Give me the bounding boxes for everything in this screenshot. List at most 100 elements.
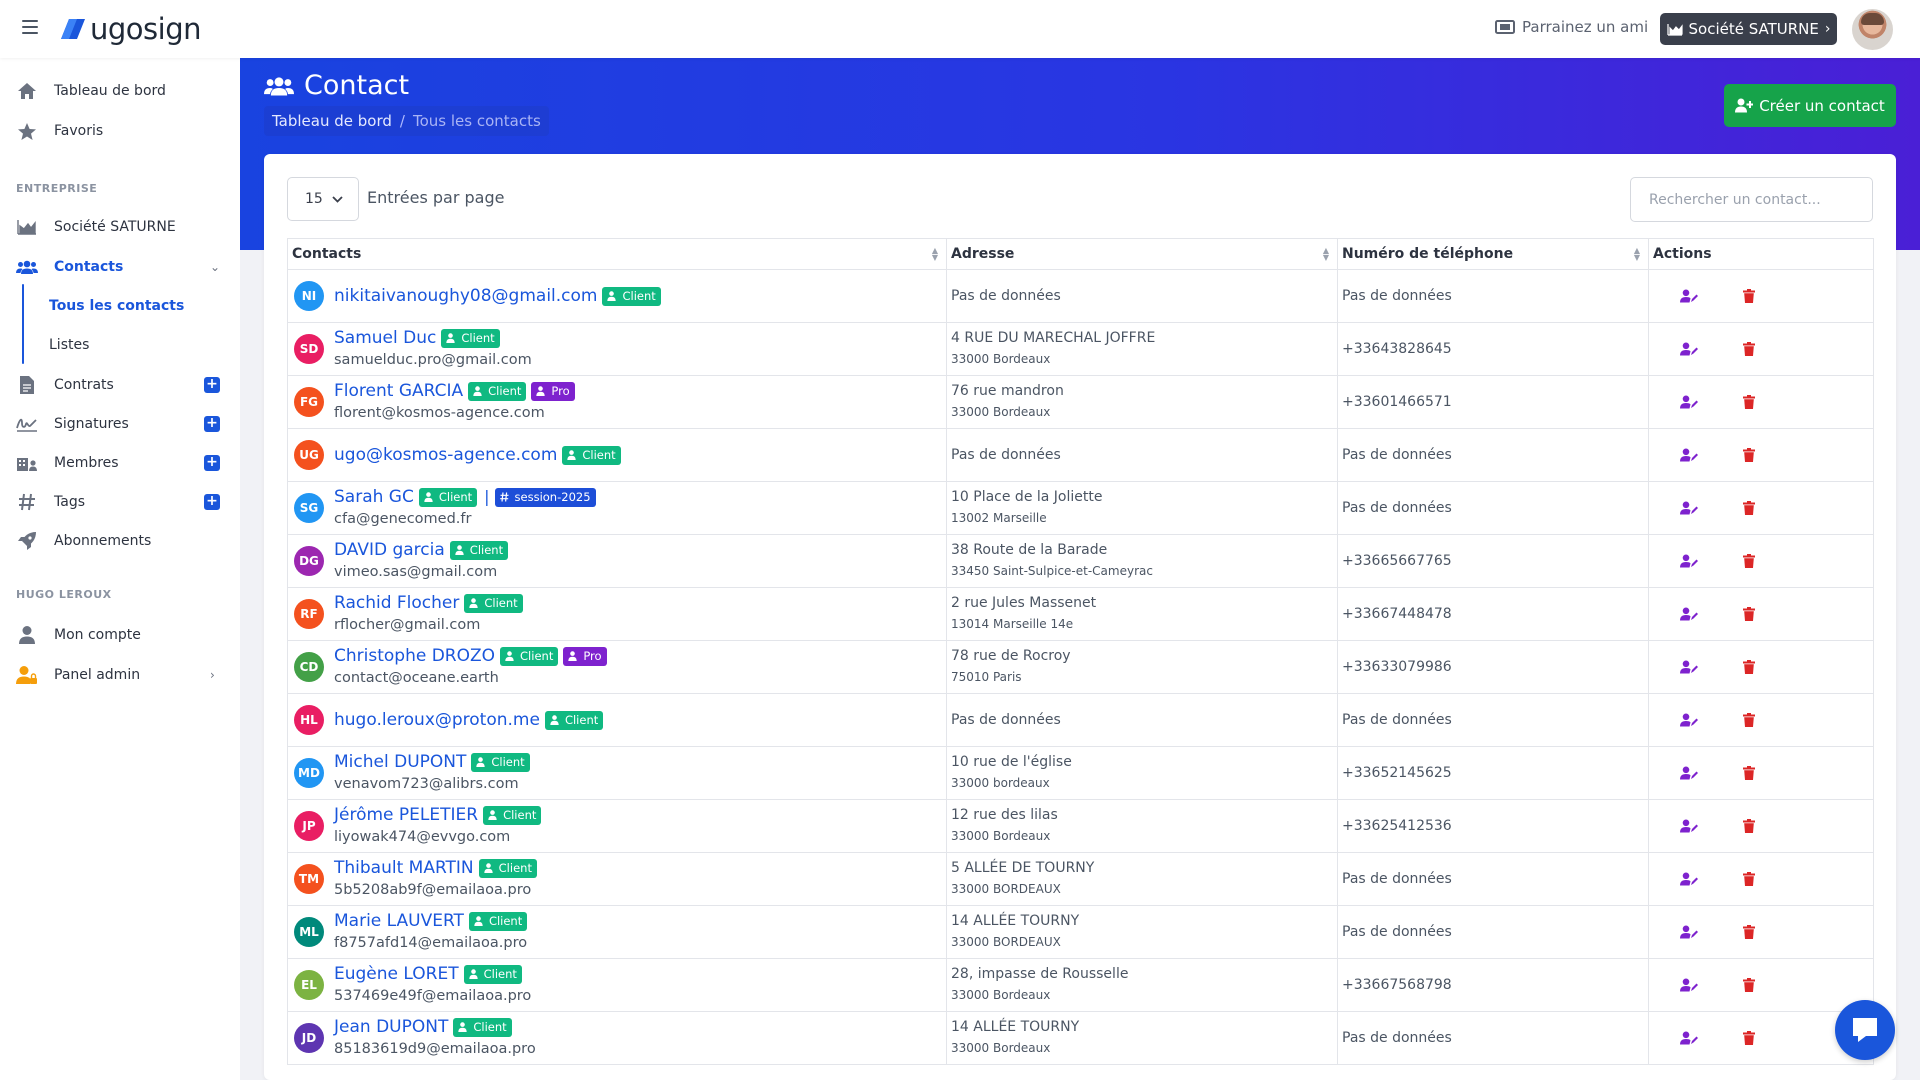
referral-link[interactable]: Parrainez un ami [1495, 18, 1648, 36]
actions-cell [1648, 905, 1874, 959]
sidebar-item-admin-panel[interactable]: Panel admin › [0, 660, 240, 690]
contact-avatar: NI [294, 281, 324, 311]
person-icon [458, 1022, 470, 1032]
actions-cell [1648, 640, 1874, 694]
contact-name-link[interactable]: DAVID garcia [334, 539, 445, 561]
edit-contact-icon[interactable] [1678, 868, 1700, 890]
column-header-contacts[interactable]: Contacts ▲ ▼ [287, 238, 947, 270]
sidebar-item-company[interactable]: Société SATURNE [0, 212, 240, 242]
delete-contact-icon[interactable] [1738, 868, 1760, 890]
breadcrumb-dashboard[interactable]: Tableau de bord [272, 112, 392, 130]
contact-cell: JD Jean DUPONT Client 85183619d9@emailaoa.p… [287, 1011, 947, 1065]
add-signature-button[interactable]: + [204, 416, 220, 432]
rocket-icon [16, 531, 38, 551]
table-row: TM Thibault MARTIN Client 5b5208ab9f@emaila… [287, 852, 1874, 906]
sidebar-item-dashboard[interactable]: Tableau de bord [0, 76, 240, 106]
contact-avatar: UG [294, 440, 324, 470]
contact-name-link[interactable]: Rachid Flocher [334, 592, 459, 614]
column-header-phone[interactable]: Numéro de téléphone ▲ ▼ [1337, 238, 1649, 270]
address-street: 76 rue mandron [951, 383, 1064, 399]
address-cell: 2 rue Jules Massenet 13014 Marseille 14e [946, 587, 1338, 641]
actions-cell [1648, 799, 1874, 853]
address-street: 28, impasse de Rousselle [951, 966, 1129, 982]
edit-contact-icon[interactable] [1678, 391, 1700, 413]
contact-name-link[interactable]: Samuel Duc [334, 327, 436, 349]
app-logo[interactable]: ugosign [60, 10, 202, 48]
edit-contact-icon[interactable] [1678, 550, 1700, 572]
sidebar-item-tags[interactable]: Tags + [0, 487, 240, 517]
sidebar-item-my-account[interactable]: Mon compte [0, 620, 240, 650]
no-data-text: Pas de données [951, 288, 1061, 304]
contact-name-link[interactable]: Florent GARCIA [334, 380, 463, 402]
edit-contact-icon[interactable] [1678, 1027, 1700, 1049]
contact-cell: FG Florent GARCIA Client Pro florent@kosmos-… [287, 375, 947, 429]
phone-number: +33633079986 [1342, 659, 1452, 675]
column-header-address[interactable]: Adresse ▲ ▼ [946, 238, 1338, 270]
contact-name-link[interactable]: nikitaivanoughy08@gmail.com [334, 285, 597, 307]
delete-contact-icon[interactable] [1738, 762, 1760, 784]
delete-contact-icon[interactable] [1738, 603, 1760, 625]
edit-contact-icon[interactable] [1678, 497, 1700, 519]
contact-name-link[interactable]: Christophe DROZO [334, 645, 495, 667]
session-tag-badge[interactable]: session-2025 [494, 487, 596, 507]
table-row: DG DAVID garcia Client vimeo.sas@gmail.com 3… [287, 534, 1874, 588]
chat-widget-button[interactable] [1835, 1000, 1895, 1060]
contact-email: cfa@genecomed.fr [334, 511, 472, 527]
contact-name-link[interactable]: Jérôme PELETIER [334, 804, 478, 826]
sidebar-item-contacts[interactable]: Contacts ⌄ [0, 252, 240, 282]
sidebar-subitem-all-contacts[interactable]: Tous les contacts [49, 298, 184, 314]
add-tag-button[interactable]: + [204, 494, 220, 510]
menu-toggle-icon[interactable] [22, 20, 38, 34]
contact-name-link[interactable]: Jean DUPONT [334, 1016, 448, 1038]
sidebar-subitem-lists[interactable]: Listes [49, 337, 89, 353]
sidebar-section-company: ENTREPRISE [16, 182, 98, 195]
edit-contact-icon[interactable] [1678, 921, 1700, 943]
edit-contact-icon[interactable] [1678, 762, 1700, 784]
per-page-select[interactable]: 15 [287, 177, 359, 221]
delete-contact-icon[interactable] [1738, 391, 1760, 413]
delete-contact-icon[interactable] [1738, 656, 1760, 678]
ticket-icon [1495, 20, 1515, 34]
delete-contact-icon[interactable] [1738, 1027, 1760, 1049]
client-badge: Client [471, 752, 530, 772]
sidebar-item-favorites[interactable]: Favoris [0, 116, 240, 146]
delete-contact-icon[interactable] [1738, 709, 1760, 731]
contact-name-link[interactable]: Marie LAUVERT [334, 910, 464, 932]
edit-contact-icon[interactable] [1678, 974, 1700, 996]
edit-contact-icon[interactable] [1678, 444, 1700, 466]
company-switcher-button[interactable]: Société SATURNE › [1660, 13, 1837, 45]
contact-name-link[interactable]: hugo.leroux@proton.me [334, 709, 540, 731]
contact-cell: TM Thibault MARTIN Client 5b5208ab9f@emaila… [287, 852, 947, 906]
edit-contact-icon[interactable] [1678, 285, 1700, 307]
contact-name-link[interactable]: Eugène LORET [334, 963, 459, 985]
edit-contact-icon[interactable] [1678, 603, 1700, 625]
breadcrumb-separator: / [399, 112, 405, 130]
delete-contact-icon[interactable] [1738, 338, 1760, 360]
delete-contact-icon[interactable] [1738, 285, 1760, 307]
edit-contact-icon[interactable] [1678, 656, 1700, 678]
user-avatar[interactable] [1852, 9, 1893, 50]
sidebar-item-signatures[interactable]: Signatures + [0, 409, 240, 439]
edit-contact-icon[interactable] [1678, 338, 1700, 360]
sidebar-item-subscriptions[interactable]: Abonnements [0, 526, 240, 556]
search-input[interactable] [1630, 177, 1873, 222]
create-contact-button[interactable]: Créer un contact [1724, 84, 1896, 127]
contact-name-link[interactable]: Sarah GC [334, 486, 414, 508]
contact-name-link[interactable]: Michel DUPONT [334, 751, 466, 773]
table-row: EL Eugène LORET Client 537469e49f@emailaoa.… [287, 958, 1874, 1012]
delete-contact-icon[interactable] [1738, 974, 1760, 996]
sidebar-item-members[interactable]: Membres + [0, 448, 240, 478]
sidebar-item-contracts[interactable]: Contrats + [0, 370, 240, 400]
delete-contact-icon[interactable] [1738, 550, 1760, 572]
add-contract-button[interactable]: + [204, 377, 220, 393]
add-member-button[interactable]: + [204, 455, 220, 471]
delete-contact-icon[interactable] [1738, 497, 1760, 519]
edit-contact-icon[interactable] [1678, 815, 1700, 837]
contact-email: contact@oceane.earth [334, 670, 499, 686]
delete-contact-icon[interactable] [1738, 921, 1760, 943]
delete-contact-icon[interactable] [1738, 815, 1760, 837]
contact-name-link[interactable]: ugo@kosmos-agence.com [334, 444, 557, 466]
edit-contact-icon[interactable] [1678, 709, 1700, 731]
delete-contact-icon[interactable] [1738, 444, 1760, 466]
contact-name-link[interactable]: Thibault MARTIN [334, 857, 474, 879]
